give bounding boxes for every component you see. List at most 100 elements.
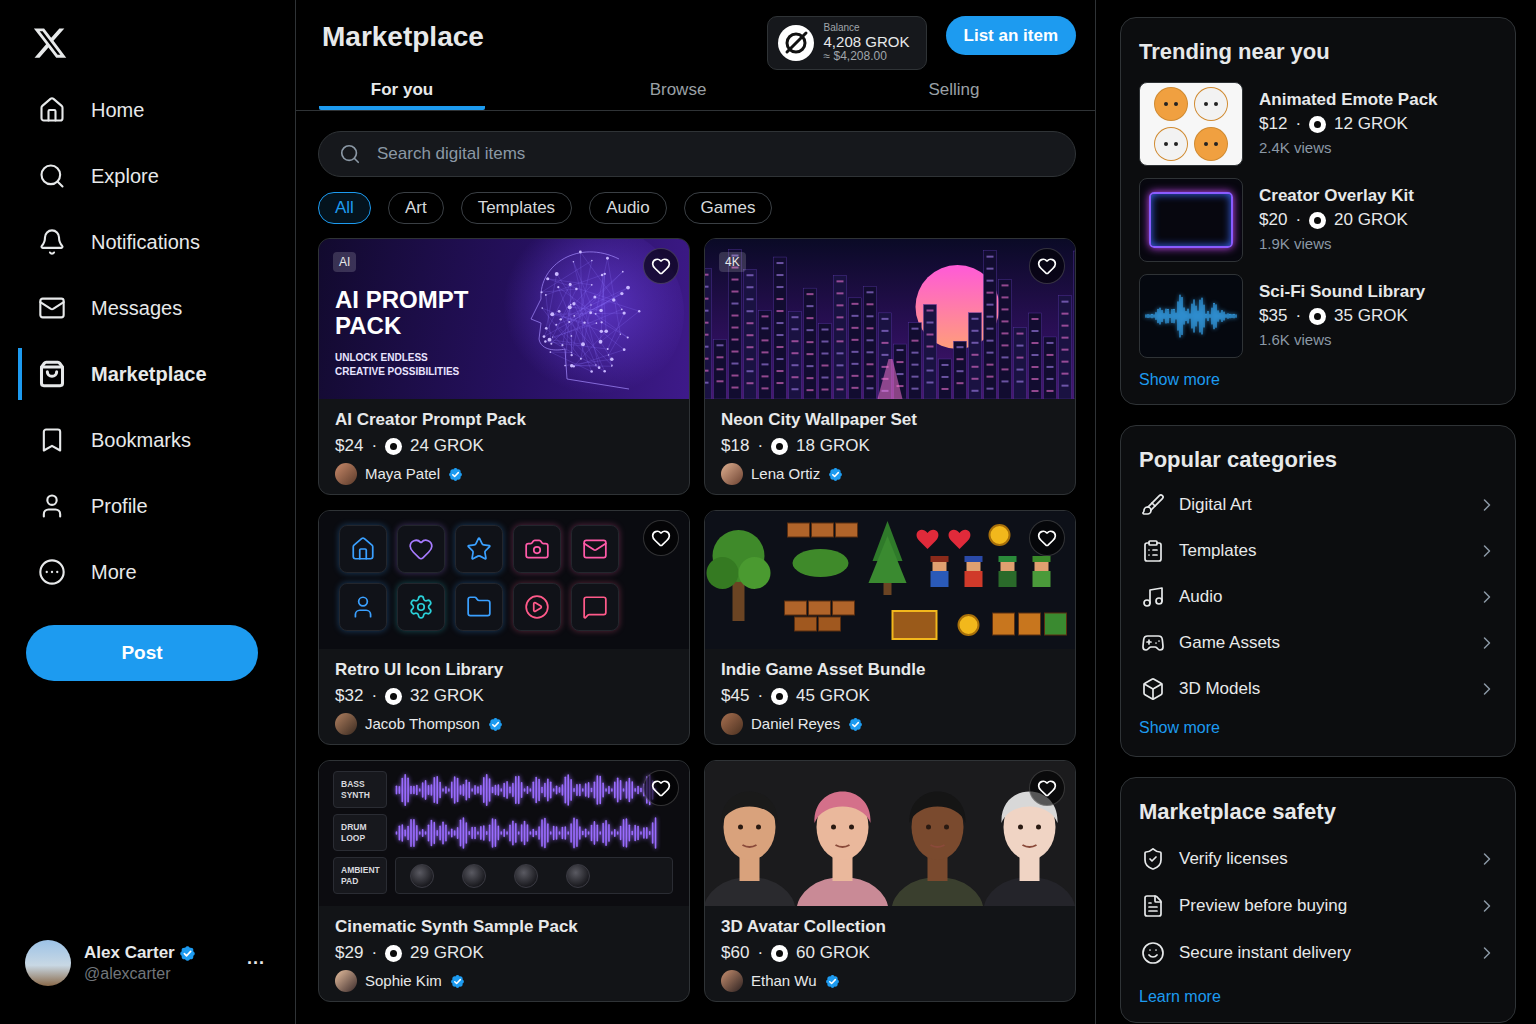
knob[interactable] [566,864,590,888]
balance-box[interactable]: Balance4,208 GROK≈ $4,208.00 [767,16,927,70]
grok-coin-icon [385,945,402,962]
filter-chip[interactable]: All [318,192,371,224]
favorite-button[interactable] [643,520,679,556]
play-icon [524,594,550,620]
header: MarketplaceBalance4,208 GROK≈ $4,208.00L… [296,0,1095,70]
shield-check-icon [1141,847,1165,871]
category-label: Digital Art [1179,495,1252,515]
trending-item[interactable]: Animated Emote Pack$12·12 GROK2.4K views [1139,82,1497,166]
safety-panel: Marketplace safetyVerify licensesPreview… [1120,777,1516,1023]
filter-chip[interactable]: Games [684,192,773,224]
category-row[interactable]: Templates [1139,528,1497,574]
safety-row[interactable]: Preview before buying [1139,882,1497,929]
smile-icon [1141,941,1165,965]
seller[interactable]: Daniel Reyes [721,713,1059,735]
price-grok: 29 GROK [410,942,484,964]
nav-item[interactable]: Explore [18,150,295,202]
price-grok: 24 GROK [410,435,484,457]
track-label: AMBIENTPAD [333,857,387,894]
price: $20·20 GROK [1259,209,1414,231]
safety-row[interactable]: Secure instant delivery [1139,929,1497,976]
post-button[interactable]: Post [26,625,258,681]
item-card[interactable]: 3D Avatar Collection$60·60 GROKEthan Wu [704,760,1076,1002]
game-assets-art [705,511,1075,649]
nav-item[interactable]: Marketplace [18,348,295,400]
filter-chip[interactable]: Templates [461,192,572,224]
icon-tile [455,525,503,573]
favorite-button[interactable] [1029,520,1065,556]
overlay-frame-icon [1149,192,1233,248]
price-separator: · [1295,113,1301,135]
seller-name: Jacob Thompson [365,713,480,735]
category-row[interactable]: Audio [1139,574,1497,620]
item-card[interactable]: AI PROMPTPACKUNLOCK ENDLESSCREATIVE POSS… [318,238,690,495]
category-row[interactable]: 3D Models [1139,666,1497,712]
verified-badge-icon [450,974,465,989]
verified-badge-icon [848,717,863,732]
mail-icon [38,294,66,322]
knob[interactable] [410,864,434,888]
seller[interactable]: Sophie Kim [335,970,673,992]
music-note-icon [1141,585,1165,609]
trending-item[interactable]: Sci-Fi Sound Library$35·35 GROK1.6K view… [1139,274,1497,358]
item-card[interactable]: Retro UI Icon Library$32·32 GROKJacob Th… [318,510,690,745]
account-menu-button[interactable]: ··· [247,953,265,974]
favorite-button[interactable] [1029,770,1065,806]
favorite-button[interactable] [1029,248,1065,284]
sidebar: Home Explore Notifications Messages Marketpl… [0,0,296,1024]
seller[interactable]: Maya Patel [335,463,673,485]
x-logo[interactable] [32,25,68,61]
banner-title: AI PROMPT [335,287,689,313]
nav-item[interactable]: Notifications [18,216,295,268]
price-separator: · [757,435,763,457]
audio-track: DRUMLOOP [333,814,673,851]
tab-bar: For you Browse Selling [296,70,1095,111]
item-card[interactable]: BASSSYNTHDRUMLOOPAMBIENTPADCinematic Syn… [318,760,690,1002]
tab[interactable]: Selling [871,70,1037,110]
nav-item[interactable]: Bookmarks [18,414,295,466]
chevron-right-icon [1477,495,1497,515]
seller[interactable]: Jacob Thompson [335,713,673,735]
price-separator: · [757,942,763,964]
item-card[interactable]: 4KNeon City Wallpaper Set$18·18 GROKLena… [704,238,1076,495]
nav-item[interactable]: More [18,546,295,598]
account-switcher[interactable]: Alex Carter@alexcarter··· [0,940,295,1024]
safety-row[interactable]: Verify licenses [1139,835,1497,882]
chevron-right-icon [1477,896,1497,916]
seller[interactable]: Ethan Wu [721,970,1059,992]
grok-balance-icon [778,25,814,61]
learn-more-link[interactable]: Learn more [1139,987,1497,1007]
tab[interactable]: For you [319,70,485,110]
category-row[interactable]: Digital Art [1139,482,1497,528]
filter-chip[interactable]: Art [388,192,444,224]
category-row[interactable]: Game Assets [1139,620,1497,666]
favorite-button[interactable] [643,248,679,284]
nav-item[interactable]: Messages [18,282,295,334]
seller-name: Ethan Wu [751,970,817,992]
nav-item[interactable]: Profile [18,480,295,532]
icon-tile [339,525,387,573]
seller-avatar [335,463,357,485]
filter-chip[interactable]: Audio [589,192,666,224]
search-field[interactable] [318,131,1076,177]
verified-badge-icon [828,467,843,482]
seller[interactable]: Lena Ortiz [721,463,1059,485]
price-separator: · [371,685,377,707]
balance-usd: ≈ $4,208.00 [824,50,910,64]
tab[interactable]: Browse [595,70,761,110]
knob[interactable] [462,864,486,888]
item-grid: AI PROMPTPACKUNLOCK ENDLESSCREATIVE POSS… [296,238,1095,1002]
list-item-button[interactable]: List an item [946,16,1076,55]
nav-item[interactable]: Home [18,84,295,136]
price-grok: 20 GROK [1334,209,1408,231]
nav-list: Home Explore Notifications Messages Marketpl… [0,84,295,612]
item-card[interactable]: Indie Game Asset Bundle$45·45 GROKDaniel… [704,510,1076,745]
category-label: 3D Models [1179,679,1260,699]
favorite-button[interactable] [643,770,679,806]
knob[interactable] [514,864,538,888]
trending-item[interactable]: Creator Overlay Kit$20·20 GROK1.9K views [1139,178,1497,262]
show-more-link[interactable]: Show more [1139,370,1497,390]
price: $29·29 GROK [335,942,673,964]
search-input[interactable] [375,143,1055,165]
show-more-link[interactable]: Show more [1139,718,1497,738]
